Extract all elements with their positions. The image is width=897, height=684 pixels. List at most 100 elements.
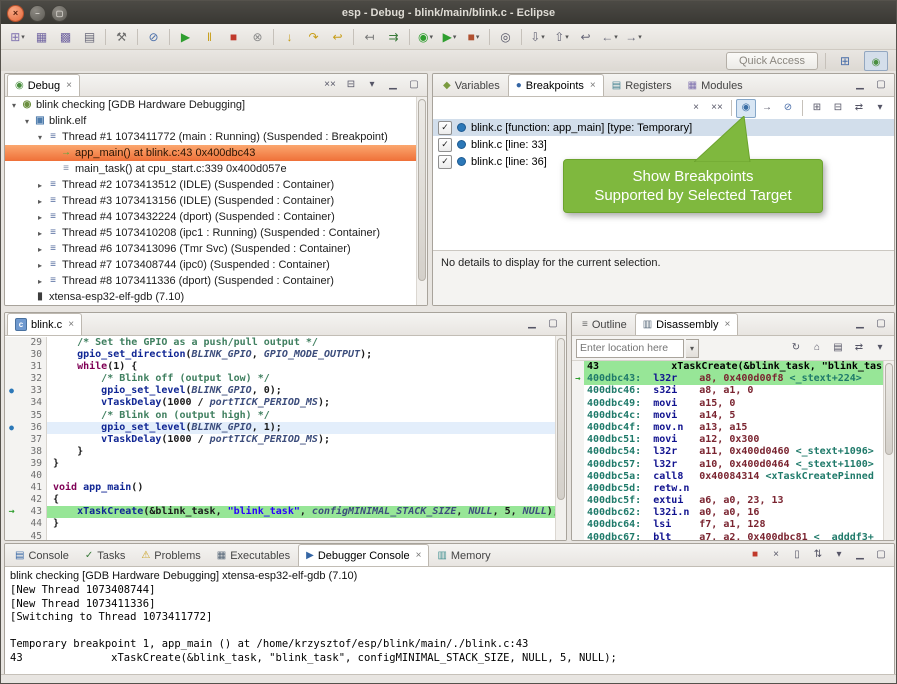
close-tab-icon[interactable]: ×: [590, 80, 596, 91]
show-breakpoints-supported-by-selected-target-button[interactable]: ◉: [736, 99, 756, 118]
link-with-debug-view-button[interactable]: ⇄: [849, 99, 869, 118]
disassembly-line[interactable]: 400dbc5a: call80x40084314 <xTaskCreatePi…: [572, 471, 884, 483]
debug-tree-item[interactable]: ▾▣blink.elf: [5, 113, 417, 129]
disassembly-line[interactable]: 400dbc51: movia12, 0x300: [572, 434, 884, 446]
close-tab-icon[interactable]: ×: [68, 319, 74, 330]
breakpoint-checkbox[interactable]: ✓: [438, 155, 452, 169]
scrollbar-thumb[interactable]: [418, 99, 426, 281]
view-menu-button[interactable]: ▾: [870, 99, 890, 118]
remove-all-terminated-button[interactable]: ××: [320, 76, 340, 95]
debug-tree-item[interactable]: ▸≡Thread #8 1073411336 (dport) (Suspende…: [5, 273, 417, 289]
disassembly-line[interactable]: 400dbc54: l32ra11, 0x400d0460 <_stext+10…: [572, 446, 884, 458]
disassembly-line[interactable]: 400dbc62: l32i.na0, a0, 16: [572, 507, 884, 519]
toolbar-debug-button[interactable]: ◉▾: [414, 26, 437, 48]
disassembly-scrollbar[interactable]: [883, 361, 894, 540]
sync-with-active-debug-context-button[interactable]: ⇄: [849, 339, 869, 358]
maximize-button[interactable]: ▢: [871, 315, 891, 334]
maximize-button[interactable]: ▢: [404, 76, 424, 95]
toolbar-save-all-button[interactable]: ▩: [54, 26, 77, 48]
tab-disassembly[interactable]: ▥Disassembly×: [635, 313, 739, 335]
toolbar-build-button[interactable]: ⚒: [110, 26, 133, 48]
remove-all-breakpoints-button[interactable]: ××: [707, 99, 727, 118]
window-close-button[interactable]: ×: [7, 5, 24, 22]
tab-variables[interactable]: ◆Variables: [435, 74, 508, 96]
disassembly-line[interactable]: →400dbc43: l32ra8, 0x400d00f8 <_stext+22…: [572, 373, 884, 385]
debug-tree-item[interactable]: ≡main_task() at cpu_start.c:339 0x400d05…: [5, 161, 417, 177]
code-line[interactable]: 40: [5, 470, 556, 482]
breakpoint-item[interactable]: ✓blink.c [line: 33]: [433, 136, 894, 153]
debug-tree-item[interactable]: ▸≡Thread #6 1073413096 (Tmr Svc) (Suspen…: [5, 241, 417, 257]
disassembly-line[interactable]: 400dbc5d: retw.n: [572, 483, 884, 495]
toolbar-drop-to-frame-button[interactable]: ↤: [358, 26, 381, 48]
debug-perspective-button[interactable]: [864, 51, 888, 71]
debug-tree-item[interactable]: ▸≡Thread #4 1073432224 (dport) (Suspende…: [5, 209, 417, 225]
tab-memory[interactable]: ▥Memory: [429, 544, 498, 566]
collapse-all-button[interactable]: ⊟: [341, 76, 361, 95]
toolbar-search-button[interactable]: ◎: [494, 26, 517, 48]
location-input[interactable]: [576, 339, 684, 358]
editor-scrollbar[interactable]: [555, 336, 566, 540]
code-line[interactable]: 38 }: [5, 446, 556, 458]
tab-modules[interactable]: ▦Modules: [680, 74, 751, 96]
twistie-icon[interactable]: ▾: [21, 117, 33, 126]
code-line[interactable]: 35 /* Blink on (output high) */: [5, 410, 556, 422]
code-line[interactable]: 41void app_main(): [5, 482, 556, 494]
maximize-button[interactable]: ▢: [871, 546, 891, 565]
scrollbar-thumb[interactable]: [885, 363, 893, 455]
expand-all-button[interactable]: ⊞: [807, 99, 827, 118]
disassembly-line[interactable]: 400dbc4c: movia14, 5: [572, 410, 884, 422]
breakpoint-marker-icon[interactable]: ●: [5, 422, 18, 434]
twistie-icon[interactable]: ▸: [34, 277, 46, 286]
titlebar[interactable]: × – ▢ esp - Debug - blink/main/blink.c -…: [1, 1, 896, 24]
toolbar-step-into-button[interactable]: ↓: [278, 26, 301, 48]
maximize-button[interactable]: ▢: [543, 315, 563, 334]
tab-problems[interactable]: ⚠Problems: [133, 544, 208, 566]
toolbar-previous-annotation-button[interactable]: ⇧▾: [550, 26, 573, 48]
minimize-button[interactable]: ▁: [522, 315, 542, 334]
debug-tree-item[interactable]: ▾≡Thread #1 1073411772 (main : Running) …: [5, 129, 417, 145]
disassembly-line[interactable]: 400dbc57: l32ra10, 0x400d0464 <_stext+11…: [572, 459, 884, 471]
breakpoint-checkbox[interactable]: ✓: [438, 121, 452, 135]
twistie-icon[interactable]: ▸: [34, 213, 46, 222]
tab-outline[interactable]: ≡Outline: [574, 313, 635, 335]
tab-blink-c[interactable]: blink.c ×: [7, 313, 82, 335]
pc-arrow-icon[interactable]: →: [572, 373, 584, 385]
twistie-icon[interactable]: ▸: [34, 261, 46, 270]
code-line[interactable]: 34 vTaskDelay(1000 / portTICK_PERIOD_MS)…: [5, 397, 556, 409]
view-menu-button[interactable]: ▾: [362, 76, 382, 95]
toolbar-back-button[interactable]: ←▾: [598, 26, 621, 48]
toolbar-new-button[interactable]: ⊞▾: [6, 26, 29, 48]
code-line[interactable]: 37 vTaskDelay(1000 / portTICK_PERIOD_MS)…: [5, 434, 556, 446]
minimize-button[interactable]: ▁: [850, 76, 870, 95]
breakpoint-checkbox[interactable]: ✓: [438, 138, 452, 152]
code-line[interactable]: ●36 gpio_set_level(BLINK_GPIO, 1);: [5, 422, 556, 434]
close-tab-icon[interactable]: ×: [416, 550, 422, 561]
debug-tree-item[interactable]: ▸≡Thread #3 1073413156 (IDLE) (Suspended…: [5, 193, 417, 209]
show-source-button[interactable]: ▤: [828, 339, 848, 358]
toolbar-suspend-button[interactable]: ‖: [198, 26, 221, 48]
toolbar-save-button[interactable]: ▦: [30, 26, 53, 48]
disassembly-line[interactable]: 400dbc64: lsif7, a1, 128: [572, 519, 884, 531]
toolbar-print-button[interactable]: ▤: [78, 26, 101, 48]
code-line[interactable]: 31 while(1) {: [5, 361, 556, 373]
minimize-button[interactable]: ▁: [383, 76, 403, 95]
disassembly-line[interactable]: 400dbc5f: extuia6, a0, 23, 13: [572, 495, 884, 507]
instruction-pointer-icon[interactable]: →: [5, 506, 18, 518]
tab-console[interactable]: ▤Console: [7, 544, 77, 566]
refresh-button[interactable]: ↻: [786, 339, 806, 358]
scroll-lock-button[interactable]: ⇅: [808, 546, 828, 565]
toolbar-external-tools-button[interactable]: ■▾: [462, 26, 485, 48]
code-line[interactable]: 29 /* Set the GPIO as a push/pull output…: [5, 337, 556, 349]
code-line[interactable]: 45: [5, 531, 556, 541]
window-minimize-button[interactable]: –: [29, 5, 46, 22]
window-maximize-button[interactable]: ▢: [51, 5, 68, 22]
tab-debugger-console[interactable]: ▶Debugger Console×: [298, 544, 429, 566]
debug-tree-item[interactable]: →app_main() at blink.c:43 0x400dbc43: [5, 145, 417, 161]
breakpoint-marker-icon[interactable]: ●: [5, 385, 18, 397]
code-line[interactable]: 32 /* Blink off (output low) */: [5, 373, 556, 385]
go-to-file-for-breakpoint-button[interactable]: →: [757, 99, 777, 118]
code-line[interactable]: →43 xTaskCreate(&blink_task, "blink_task…: [5, 506, 556, 518]
close-tab-icon[interactable]: ×: [725, 319, 731, 330]
code-line[interactable]: ●33 gpio_set_level(BLINK_GPIO, 0);: [5, 385, 556, 397]
minimize-button[interactable]: ▁: [850, 315, 870, 334]
